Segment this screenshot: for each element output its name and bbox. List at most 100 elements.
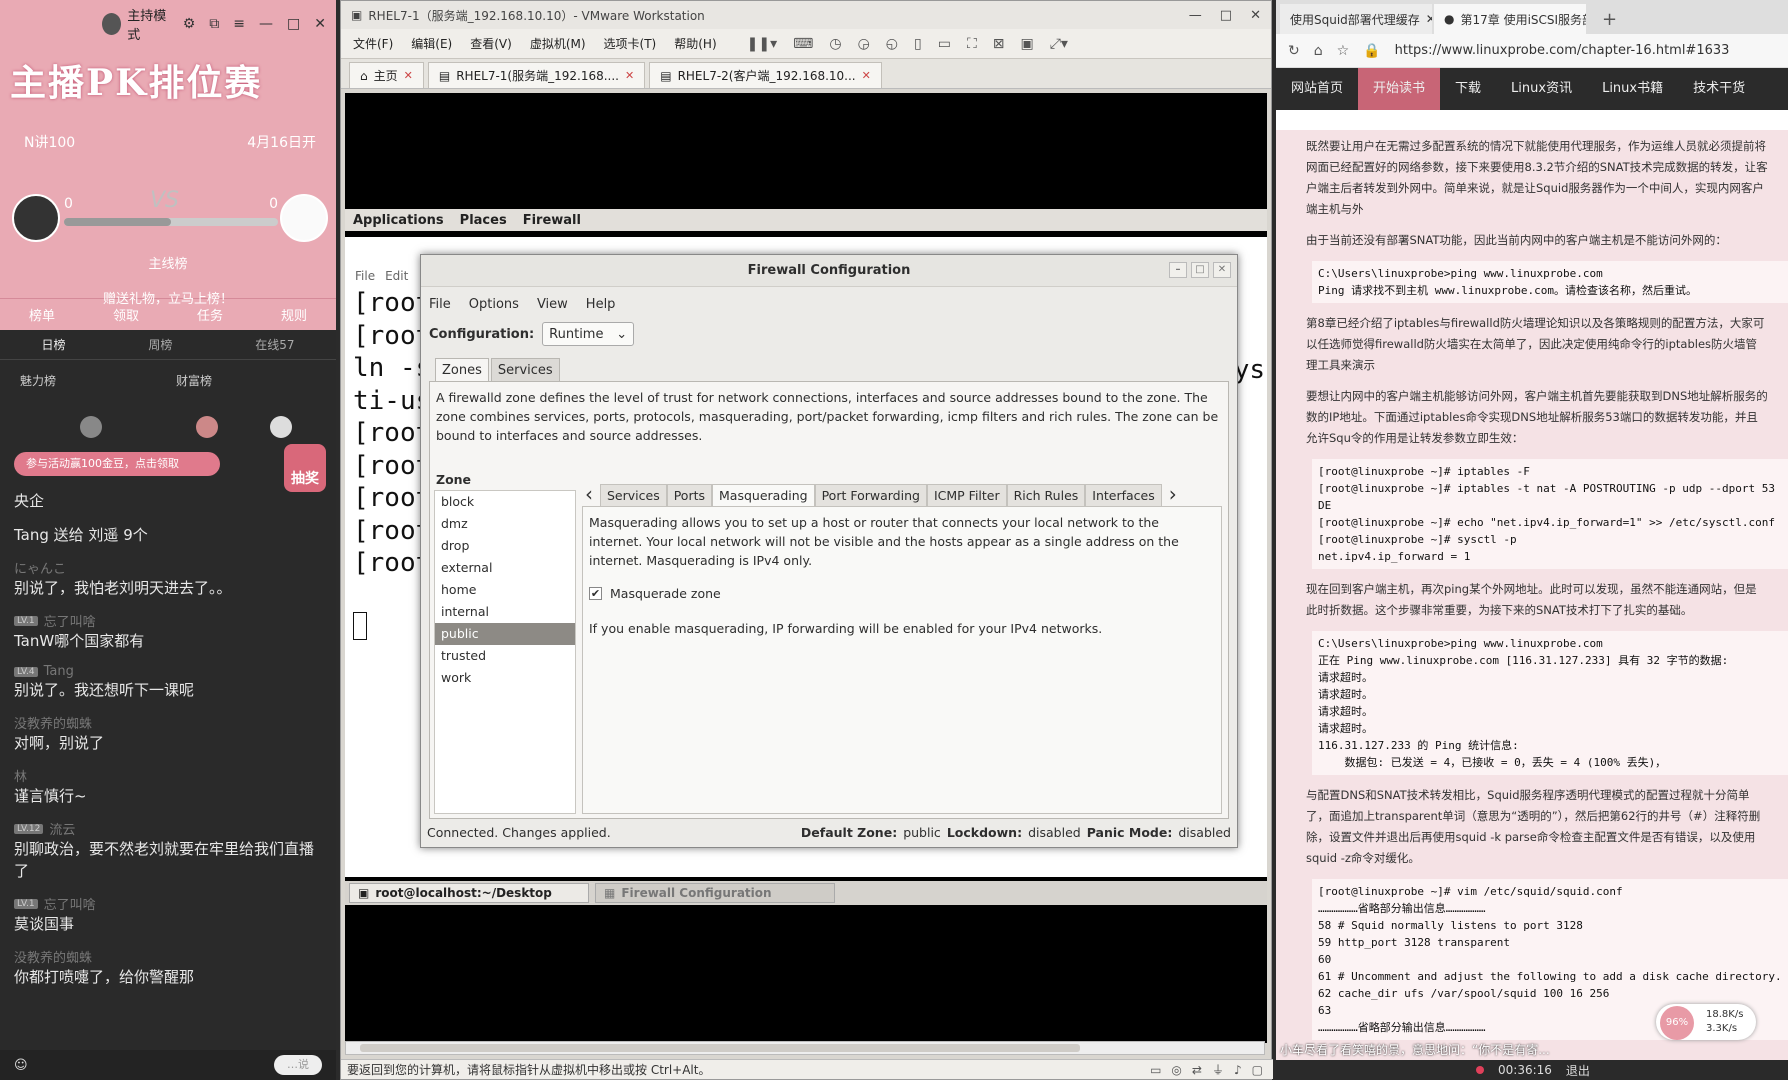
thumbnail-icon[interactable]: ▭ [938, 36, 951, 52]
tab-daily[interactable]: 日榜 [41, 336, 65, 353]
horizontal-scrollbar[interactable] [345, 1041, 1265, 1055]
zone-item-work[interactable]: work [435, 667, 575, 689]
close-icon[interactable]: ✕ [1426, 12, 1432, 26]
settings-icon[interactable]: ⚙ [183, 16, 196, 32]
pk-right-avatar[interactable] [280, 194, 328, 242]
terminal-menu-file[interactable]: File [355, 269, 375, 283]
tab-icmp-filter[interactable]: ICMP Filter [926, 484, 1007, 506]
console-icon[interactable]: ▣ [1021, 36, 1034, 52]
reload-icon[interactable]: ↻ [1288, 43, 1300, 59]
menu-view[interactable]: 查看(V) [470, 35, 512, 52]
menu-rules[interactable]: 规则 [281, 305, 307, 324]
chat-user[interactable]: LV.12 流云 [14, 819, 324, 838]
chat-user[interactable]: LV.1 忘了叫啥 [14, 611, 324, 630]
url-input[interactable]: https://www.linuxprobe.com/chapter-16.ht… [1395, 43, 1730, 58]
snapshot-icon[interactable]: ◷ [829, 36, 841, 52]
tab-port-forwarding[interactable]: Port Forwarding [814, 484, 927, 506]
task-terminal[interactable]: ▣ root@localhost:~/Desktop [349, 883, 589, 903]
chat-user[interactable]: 没教养的蜘蛛 [14, 713, 324, 732]
chat-user[interactable]: 林 [14, 766, 324, 785]
rank-avatar[interactable] [80, 416, 102, 438]
browser-tab[interactable]: 使用Squid部署代理缓存 ✕ [1280, 4, 1432, 34]
menu-claim[interactable]: 领取 [113, 305, 139, 324]
charm-rank-label[interactable]: 魅力榜 [20, 372, 56, 389]
menu-icon[interactable]: ≡ [233, 16, 245, 32]
minimize-icon[interactable]: — [1189, 8, 1202, 23]
exit-button[interactable]: 退出 [1566, 1062, 1590, 1079]
menu-tabs[interactable]: 选项卡(T) [604, 35, 657, 52]
close-icon[interactable]: ✕ [314, 16, 326, 32]
host-mode[interactable]: 主持模式 [102, 5, 173, 43]
tab-services[interactable]: Services [600, 484, 667, 506]
chat-input[interactable]: …说 [274, 1055, 322, 1075]
maximize-icon[interactable]: □ [1220, 8, 1232, 23]
nav-linux-news[interactable]: Linux资讯 [1496, 68, 1587, 110]
wealth-rank-label[interactable]: 财富榜 [176, 372, 212, 389]
close-icon[interactable]: ✕ [1213, 262, 1231, 278]
hdd-icon[interactable]: ▭ [1150, 1060, 1161, 1079]
chat-user[interactable]: LV.4 Tang [14, 664, 324, 679]
tab-interfaces[interactable]: Interfaces [1085, 484, 1162, 506]
maximize-icon[interactable]: □ [287, 16, 300, 32]
menu-help[interactable]: 帮助(H) [674, 35, 716, 52]
menu-help[interactable]: Help [586, 297, 616, 312]
nav-tech[interactable]: 技术干货 [1678, 68, 1760, 110]
pk-left-avatar[interactable] [12, 194, 60, 242]
cdrom-icon[interactable]: ◎ [1171, 1060, 1181, 1079]
chevron-right-icon[interactable]: › [1162, 482, 1184, 506]
nav-home[interactable]: 网站首页 [1276, 68, 1358, 110]
chat-user[interactable]: にゃんこ [14, 558, 324, 577]
activity-pill[interactable]: 参与活动赢100金豆，点击领取 [14, 452, 220, 476]
snapshot-manager-icon[interactable]: ◵ [886, 36, 898, 52]
fullscreen-icon[interactable]: ⛶ [967, 36, 977, 52]
new-tab-icon[interactable]: + [1602, 9, 1617, 34]
network-icon[interactable]: ⇄ [1192, 1060, 1202, 1079]
nav-read[interactable]: 开始读书 [1358, 68, 1441, 110]
zone-item-public[interactable]: public [435, 623, 575, 645]
minimize-icon[interactable]: – [1169, 262, 1187, 278]
revert-snapshot-icon[interactable]: ◶ [858, 36, 870, 52]
close-icon[interactable]: ✕ [625, 69, 634, 82]
sidebar-icon[interactable]: ▯ [914, 36, 922, 52]
tab-zones[interactable]: Zones [435, 358, 489, 382]
nav-linux-books[interactable]: Linux书籍 [1587, 68, 1678, 110]
checkbox-icon[interactable]: ✔ [589, 587, 602, 600]
tab-masquerading[interactable]: Masquerading [712, 484, 815, 506]
tab-rhel7-1[interactable]: ▤ RHEL7-1(服务端_192.168.... ✕ [427, 62, 646, 88]
maximize-icon[interactable]: □ [1191, 262, 1209, 278]
gnome-applications[interactable]: Applications [353, 213, 444, 228]
nav-download[interactable]: 下载 [1440, 68, 1496, 110]
menu-view[interactable]: View [537, 297, 568, 312]
masquerade-zone-checkbox[interactable]: ✔ Masquerade zone [589, 584, 1215, 603]
tab-ports[interactable]: Ports [666, 484, 713, 506]
usb-icon[interactable]: ⏚ [1212, 1060, 1224, 1079]
unity-icon[interactable]: ⊠ [993, 36, 1005, 52]
task-firewall[interactable]: ▦ Firewall Configuration [595, 883, 835, 903]
zone-item-block[interactable]: block [435, 491, 575, 513]
gnome-places[interactable]: Places [460, 213, 507, 228]
chat-user[interactable]: LV.1 忘了叫啥 [14, 894, 324, 913]
tab-rhel7-2[interactable]: ▤ RHEL7-2(客户端_192.168.10... ✕ [649, 62, 882, 88]
lottery-button[interactable]: 抽奖 [284, 444, 326, 492]
stretch-icon[interactable]: ⤢▾ [1050, 36, 1068, 52]
menu-rank[interactable]: 榜单 [29, 305, 55, 324]
zone-item-external[interactable]: external [435, 557, 575, 579]
close-icon[interactable]: ✕ [1250, 8, 1261, 23]
menu-edit[interactable]: 编辑(E) [411, 35, 452, 52]
emoji-icon[interactable]: ☺ [14, 1058, 28, 1073]
terminal-menu-edit[interactable]: Edit [385, 269, 408, 283]
bookmark-star-icon[interactable]: ☆ [1337, 43, 1350, 59]
zone-item-trusted[interactable]: trusted [435, 645, 575, 667]
close-icon[interactable]: ✕ [862, 69, 871, 82]
rank-avatar[interactable] [270, 416, 292, 438]
zone-item-home[interactable]: home [435, 579, 575, 601]
tab-weekly[interactable]: 周榜 [148, 336, 172, 353]
configuration-select[interactable]: Runtime ⌄ [542, 322, 635, 346]
tab-services[interactable]: Services [490, 358, 560, 382]
network-speed-widget[interactable]: 96% 18.8K/s 3.3K/s [1656, 1004, 1756, 1040]
chat-user[interactable]: 没教养的蜘蛛 [14, 947, 324, 966]
tab-online[interactable]: 在线57 [255, 336, 294, 353]
menu-vm[interactable]: 虚拟机(M) [530, 35, 586, 52]
gnome-firewall[interactable]: Firewall [523, 213, 581, 228]
zone-item-internal[interactable]: internal [435, 601, 575, 623]
